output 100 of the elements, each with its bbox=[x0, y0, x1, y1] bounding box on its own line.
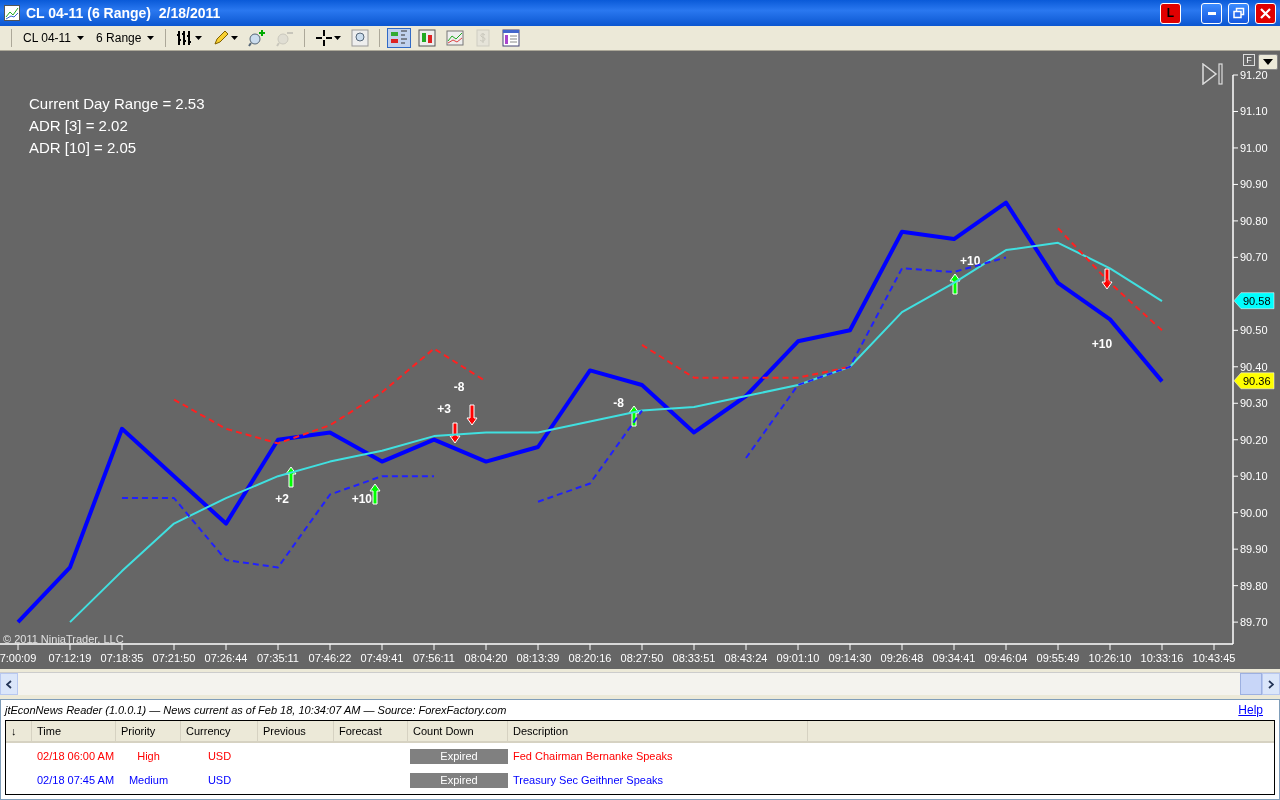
price-flag-label: 90.36 bbox=[1243, 374, 1271, 387]
caret-icon bbox=[77, 36, 85, 40]
play-end-icon[interactable] bbox=[1202, 63, 1224, 85]
x-tick-label: 09:26:48 bbox=[880, 652, 924, 664]
trade-label: +10 bbox=[1091, 337, 1113, 351]
candles-icon bbox=[418, 29, 437, 47]
y-tick-label: 90.70 bbox=[1240, 251, 1268, 264]
x-tick-label: 07:21:50 bbox=[152, 652, 196, 664]
caret-icon bbox=[147, 36, 155, 40]
y-tick-label: 90.50 bbox=[1240, 324, 1268, 337]
copyright: © 2011 NinjaTrader, LLC bbox=[3, 633, 124, 645]
close-icon bbox=[1260, 7, 1271, 19]
range-stat: Current Day Range = 2.53 bbox=[29, 95, 205, 112]
y-tick-label: 91.00 bbox=[1240, 141, 1268, 154]
column-header[interactable]: Time bbox=[32, 721, 116, 741]
caret-icon bbox=[231, 36, 239, 40]
caret-icon bbox=[195, 36, 203, 40]
table-cell-text: Fed Chairman Bernanke Speaks bbox=[512, 750, 674, 762]
y-tick-label: 90.00 bbox=[1240, 506, 1268, 519]
x-tick-label: 09:46:04 bbox=[984, 652, 1028, 664]
f-button[interactable]: F bbox=[1243, 54, 1255, 66]
column-header[interactable]: Currency bbox=[181, 721, 258, 741]
x-tick-label: 10:33:16 bbox=[1140, 652, 1184, 664]
chart-icon bbox=[4, 5, 20, 21]
zoom-out-icon bbox=[276, 29, 295, 47]
l-button[interactable]: L bbox=[1160, 2, 1181, 24]
dropdown-button[interactable] bbox=[1258, 54, 1278, 70]
table-cell-text: Medium bbox=[127, 774, 170, 786]
table-cell-text: 02/18 06:00 AM bbox=[36, 750, 116, 762]
y-tick-label: 89.90 bbox=[1240, 543, 1268, 556]
x-tick-label: 08:13:39 bbox=[516, 652, 560, 664]
scroll-left-button[interactable] bbox=[0, 673, 18, 695]
x-tick-label: 7:00:09 bbox=[0, 652, 37, 664]
line-chart-icon bbox=[446, 29, 465, 47]
scroll-thumb[interactable] bbox=[1240, 673, 1262, 695]
x-tick-label: 09:55:49 bbox=[1036, 652, 1080, 664]
table-cell-text: 02/18 07:45 AM bbox=[36, 774, 116, 786]
price-flag-label: 90.58 bbox=[1243, 294, 1271, 307]
instrument-dropdown[interactable]: CL 04-11 bbox=[19, 31, 89, 45]
chevron-left-icon bbox=[6, 679, 12, 689]
x-tick-label: 08:43:24 bbox=[724, 652, 768, 664]
y-tick-label: 89.80 bbox=[1240, 579, 1268, 592]
close-button[interactable] bbox=[1255, 2, 1276, 24]
column-header[interactable]: Count Down bbox=[408, 721, 508, 741]
minimize-icon bbox=[1207, 11, 1216, 15]
x-tick-label: 10:43:45 bbox=[1192, 652, 1236, 664]
trade-label: +2 bbox=[275, 492, 289, 506]
range-stat: ADR [10] = 2.05 bbox=[29, 139, 138, 156]
panels-icon bbox=[390, 29, 409, 47]
table-cell-text: Treasury Sec Geithner Speaks bbox=[512, 774, 664, 786]
y-tick-label: 90.30 bbox=[1240, 397, 1268, 410]
column-header[interactable]: Priority bbox=[116, 721, 181, 741]
column-header[interactable]: ↓ bbox=[6, 721, 32, 741]
properties-icon bbox=[502, 29, 521, 47]
trade-label: -8 bbox=[453, 380, 465, 394]
y-tick-label: 90.10 bbox=[1240, 470, 1268, 483]
y-tick-label: 91.20 bbox=[1240, 69, 1268, 81]
trade-label: +10 bbox=[960, 254, 981, 268]
trade-label: -8 bbox=[613, 396, 624, 410]
y-tick-label: 89.70 bbox=[1240, 616, 1268, 629]
y-tick-label: 90.20 bbox=[1240, 433, 1268, 446]
table-cell-text: USD bbox=[206, 750, 233, 762]
restore-icon bbox=[1232, 7, 1245, 19]
dollar-icon bbox=[474, 29, 493, 47]
y-tick-label: 90.90 bbox=[1240, 178, 1268, 191]
minimize-button[interactable] bbox=[1201, 2, 1222, 24]
x-tick-label: 07:12:19 bbox=[48, 652, 92, 664]
column-header[interactable]: Forecast bbox=[334, 721, 408, 741]
help-link[interactable]: Help bbox=[1238, 703, 1263, 717]
table-cell-text: High bbox=[136, 750, 161, 762]
period-dropdown[interactable]: 6 Range bbox=[92, 31, 159, 45]
x-tick-label: 07:26:44 bbox=[204, 652, 248, 664]
y-tick-label: 90.40 bbox=[1240, 360, 1268, 373]
crosshair-icon bbox=[315, 29, 334, 47]
countdown-status: Expired bbox=[410, 772, 508, 788]
trade-label: +3 bbox=[437, 402, 451, 416]
x-tick-label: 08:33:51 bbox=[672, 652, 716, 664]
restore-button[interactable] bbox=[1228, 2, 1249, 24]
table-cell-text: USD bbox=[206, 774, 233, 786]
x-tick-label: 08:27:50 bbox=[620, 652, 664, 664]
caret-icon bbox=[334, 36, 342, 40]
caret-icon bbox=[1263, 59, 1273, 65]
scroll-right-button[interactable] bbox=[1262, 673, 1280, 695]
trade-label: +10 bbox=[351, 492, 372, 506]
column-header[interactable]: Description bbox=[508, 721, 808, 741]
x-tick-label: 07:18:35 bbox=[100, 652, 144, 664]
x-tick-label: 08:04:20 bbox=[464, 652, 508, 664]
x-tick-label: 07:35:11 bbox=[257, 652, 299, 664]
x-tick-label: 08:20:16 bbox=[568, 652, 612, 664]
range-stat: ADR [3] = 2.02 bbox=[29, 117, 129, 134]
column-header[interactable]: Previous bbox=[258, 721, 334, 741]
zoom-box-icon bbox=[351, 29, 370, 47]
y-tick-label: 91.10 bbox=[1240, 105, 1268, 118]
x-tick-label: 09:34:41 bbox=[932, 652, 976, 664]
x-tick-label: 10:26:10 bbox=[1088, 652, 1132, 664]
x-tick-label: 07:49:41 bbox=[360, 652, 404, 664]
x-tick-label: 07:56:11 bbox=[413, 652, 455, 664]
x-tick-label: 09:01:10 bbox=[776, 652, 820, 664]
zoom-in-icon bbox=[248, 29, 267, 47]
x-tick-label: 09:14:30 bbox=[828, 652, 872, 664]
